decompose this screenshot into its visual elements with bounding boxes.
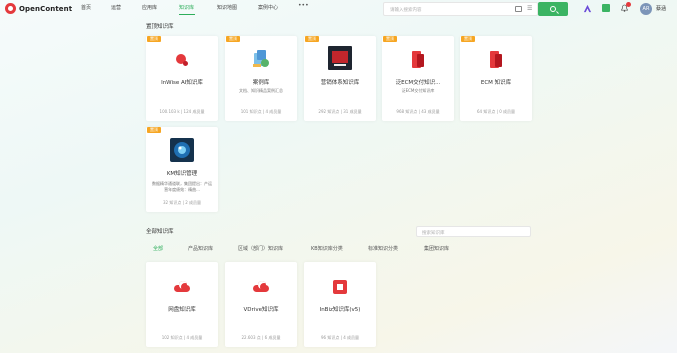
card-name: 网盘知识库	[168, 307, 196, 313]
card-name: 泛ECM交付知识...	[395, 80, 441, 86]
search-placeholder: 请输入搜索内容	[390, 8, 422, 13]
more-menu-icon[interactable]: •••	[298, 2, 309, 9]
card-meta: 96 知识点 | 4 成员量	[320, 335, 360, 340]
pinned-tag: 置顶	[461, 36, 475, 42]
card-name: 营销体系知识库	[320, 80, 360, 86]
cloud-icon	[174, 281, 190, 292]
pinned-tag: 置顶	[226, 36, 240, 42]
nav-knowledge-base[interactable]: 知识库	[179, 4, 194, 11]
pinned-tag: 置顶	[305, 36, 319, 42]
card-meta: 64 知识点 | 0 成员量	[476, 109, 516, 114]
logo-icon	[5, 3, 16, 14]
camera-icon[interactable]	[515, 6, 522, 12]
card-name: InBiz知识库(v5)	[319, 307, 361, 313]
pinned-tag: 置顶	[147, 36, 161, 42]
knowledge-card[interactable]: 置顶 KM知识管理 数据精华通道联，集团提出：产运营年度绩效：精曲... 32 …	[146, 127, 218, 212]
knowledge-card[interactable]: 网盘知识库 102 知识点 | 4 成员量	[146, 262, 218, 347]
case-library-icon	[253, 50, 269, 67]
filter-tab-all[interactable]: 全部	[153, 245, 163, 252]
filter-tab-region[interactable]: 区域（部门）知识库	[238, 245, 283, 252]
card-name: 案例库	[252, 80, 270, 86]
featured-section-title: 置顶知识库	[146, 24, 174, 30]
nav-active-indicator	[179, 14, 195, 15]
notification-badge	[626, 2, 631, 7]
filter-tab-product[interactable]: 产品知识库	[188, 245, 213, 252]
nav-operations[interactable]: 运营	[111, 4, 121, 11]
ai-assistant-icon[interactable]	[583, 4, 592, 13]
card-meta: 292 知识点 | 31 成员量	[318, 109, 362, 114]
card-meta: 101 知识点 | 4 成员量	[240, 109, 282, 114]
logo[interactable]: OpenContent	[5, 3, 72, 14]
search-icon	[550, 6, 556, 12]
all-section-title: 全部知识库	[146, 229, 174, 235]
card-name: KM知识管理	[166, 171, 198, 177]
knowledge-card[interactable]: 置顶 泛ECM交付知识... 泛ECM交付知识库 968 知识点 | 43 成员…	[382, 36, 454, 121]
knowledge-card[interactable]: 置顶 InWise AI知识库 100.103 k | 124 成员量	[146, 36, 218, 121]
card-description: 泛ECM交付知识库	[401, 88, 435, 93]
global-search-input[interactable]: 请输入搜索内容 ☰	[383, 2, 538, 16]
pinned-tag: 置顶	[147, 127, 161, 133]
library-search-input[interactable]: 搜索知识库	[416, 226, 531, 237]
marketing-icon	[328, 46, 352, 70]
filter-tab-kb-category[interactable]: KB知识库分类	[311, 245, 343, 252]
card-name: VDrive知识库	[243, 307, 279, 313]
filter-tab-standard[interactable]: 标准知识分类	[368, 245, 398, 252]
knowledge-card[interactable]: InBiz知识库(v5) 96 知识点 | 4 成员量	[304, 262, 376, 347]
card-meta: 102 知识点 | 4 成员量	[161, 335, 203, 340]
km-icon	[170, 138, 194, 162]
book-icon	[489, 51, 503, 69]
card-meta: 100.103 k | 124 成员量	[159, 109, 205, 114]
library-search-placeholder: 搜索知识库	[422, 231, 445, 236]
logo-text: OpenContent	[19, 4, 73, 13]
search-button[interactable]	[538, 2, 568, 16]
knowledge-card[interactable]: VDrive知识库 22.603 点 | 6 成员量	[225, 262, 297, 347]
card-description: 数据精华通道联，集团提出：产运营年度绩效：精曲...	[152, 181, 212, 192]
nav-app-library[interactable]: 应用库	[142, 4, 157, 11]
cloud-icon	[253, 281, 269, 292]
knowledge-card[interactable]: 置顶 ECM 知识库 64 知识点 | 0 成员量	[460, 36, 532, 121]
filter-tab-group[interactable]: 集团知识库	[424, 245, 449, 252]
card-description: 文档、知识精品案例汇总	[239, 88, 283, 93]
avatar[interactable]: AR	[640, 3, 652, 15]
filter-icon[interactable]: ☰	[527, 6, 532, 12]
pinned-tag: 置顶	[383, 36, 397, 42]
top-bar: OpenContent 首页 运营 应用库 知识库 知识地图 案例中心 ••• …	[0, 0, 677, 18]
book-icon	[411, 51, 425, 69]
red-blob-icon	[175, 53, 189, 67]
nav-case-center[interactable]: 案例中心	[258, 4, 278, 11]
card-meta: 32 知识点 | 2 成员量	[162, 200, 202, 205]
username[interactable]: 蔡涵	[656, 5, 666, 12]
card-name: InWise AI知识库	[161, 80, 203, 86]
nav-home[interactable]: 首页	[81, 4, 91, 11]
card-meta: 22.603 点 | 6 成员量	[241, 335, 281, 340]
inbiz-icon	[333, 280, 347, 294]
card-name: ECM 知识库	[480, 80, 512, 86]
app-icon[interactable]	[602, 4, 610, 12]
knowledge-card[interactable]: 置顶 案例库 文档、知识精品案例汇总 101 知识点 | 4 成员量	[225, 36, 297, 121]
card-meta: 968 知识点 | 43 成员量	[396, 109, 440, 114]
knowledge-card[interactable]: 置顶 营销体系知识库 292 知识点 | 31 成员量	[304, 36, 376, 121]
nav-knowledge-map[interactable]: 知识地图	[217, 4, 237, 11]
